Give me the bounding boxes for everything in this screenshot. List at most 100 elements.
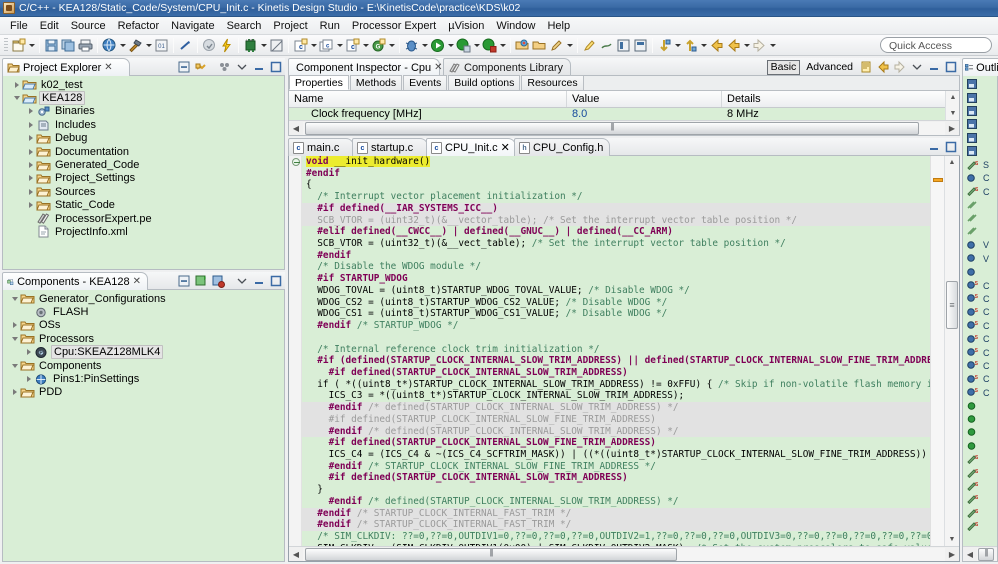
minimize-icon[interactable] — [252, 60, 266, 74]
code-line[interactable]: ICS_C3 = *((uint8_t*)STARTUP_CLOCK_INTER… — [302, 390, 930, 402]
menu-edit[interactable]: Edit — [34, 19, 65, 33]
prev-annotation-dropdown-icon[interactable] — [699, 37, 708, 54]
tree-item[interactable]: Project_Settings — [5, 172, 284, 185]
maximize-icon[interactable] — [269, 60, 283, 74]
build-hammer-dropdown-icon[interactable] — [144, 37, 153, 54]
new-c-file-icon[interactable]: c — [344, 37, 361, 54]
pencil-icon[interactable] — [548, 37, 565, 54]
scrollbar-track[interactable] — [303, 122, 945, 135]
tree-item[interactable]: FLASH — [5, 305, 284, 318]
outline-item[interactable] — [963, 413, 997, 426]
scrollbar-thumb[interactable] — [305, 548, 677, 561]
tree-item[interactable]: Generator_Configurations — [5, 292, 284, 305]
tree-item[interactable]: PCpu:SKEAZ128MLK4 — [5, 346, 284, 359]
scrollbar-thumb[interactable] — [946, 281, 958, 329]
outline-item[interactable]: SC — [963, 306, 997, 319]
code-line[interactable]: #if defined(STARTUP_CLOCK_INTERNAL_SLOW_… — [302, 472, 930, 484]
menu-search[interactable]: Search — [221, 19, 268, 33]
menu-uvision[interactable]: µVision — [442, 19, 490, 33]
scrollbar-track[interactable] — [977, 548, 997, 561]
scrollbar-thumb[interactable] — [305, 122, 919, 135]
editor-horizontal-scrollbar[interactable]: ◀ ▶ — [289, 546, 959, 561]
outline-item[interactable]: SC — [963, 292, 997, 305]
highlight-icon[interactable] — [581, 37, 598, 54]
code-line[interactable]: /* Disable the WDOG module */ — [302, 261, 930, 273]
build-all-icon[interactable] — [101, 37, 118, 54]
outline-item[interactable] — [963, 199, 997, 212]
open-resource-icon[interactable] — [531, 37, 548, 54]
maximize-icon[interactable] — [944, 60, 958, 74]
maximize-icon[interactable] — [944, 140, 958, 154]
search-icon[interactable] — [481, 37, 498, 54]
outline-item[interactable]: SC — [963, 319, 997, 332]
tree-item[interactable]: Static_Code — [5, 199, 284, 212]
menu-refactor[interactable]: Refactor — [112, 19, 166, 33]
outline-item[interactable] — [963, 225, 997, 238]
print-icon[interactable] — [77, 37, 94, 54]
outline-item[interactable] — [963, 399, 997, 412]
scroll-right-arrow[interactable]: ▶ — [945, 122, 959, 135]
outline-item[interactable] — [963, 212, 997, 225]
outline-item[interactable]: SC — [963, 373, 997, 386]
code-line[interactable]: #endif /* STARTUP_CLOCK_INTERNAL_FAST_TR… — [302, 519, 930, 531]
menu-source[interactable]: Source — [65, 19, 112, 33]
inspector-subtab-events[interactable]: Events — [403, 75, 447, 90]
code-line[interactable]: void __init_hardware() — [302, 156, 930, 168]
outline-item[interactable]: SC — [963, 386, 997, 399]
outline-item[interactable] — [963, 265, 997, 278]
scrollbar-track[interactable] — [303, 548, 945, 561]
code-line[interactable]: #endif /* STARTUP_WDOG */ — [302, 320, 930, 332]
back-history-icon[interactable] — [725, 37, 742, 54]
add-component-icon[interactable] — [211, 274, 225, 288]
close-icon[interactable]: ✕ — [434, 62, 442, 73]
menu-file[interactable]: File — [4, 19, 34, 33]
forward-icon[interactable] — [751, 37, 768, 54]
minimize-icon[interactable] — [927, 60, 941, 74]
scroll-up-arrow[interactable]: ▲ — [945, 156, 959, 169]
outline-item[interactable] — [963, 105, 997, 118]
scrollbar-thumb[interactable] — [978, 548, 994, 561]
code-line[interactable]: #elif defined(__CWCC__) | defined(__GNUC… — [302, 226, 930, 238]
search-dropdown-icon[interactable] — [498, 37, 507, 54]
outline-item[interactable]: S — [963, 493, 997, 506]
open-type-icon[interactable] — [514, 37, 531, 54]
tree-item[interactable]: k02_test — [5, 78, 284, 91]
outline-item[interactable] — [963, 426, 997, 439]
prev-annotation-icon[interactable] — [682, 37, 699, 54]
new-c-project-dropdown-icon[interactable] — [309, 37, 318, 54]
code-line[interactable]: #endif /* STARTUP_CLOCK_INTERNAL_FAST_TR… — [302, 508, 930, 520]
tab-cpu-config-h[interactable]: h CPU_Config.h — [514, 138, 610, 156]
save-all-icon[interactable] — [60, 37, 77, 54]
mode-advanced-button[interactable]: Advanced — [803, 61, 856, 73]
code-editor[interactable]: void __init_hardware()#endif{ /* Interru… — [288, 156, 960, 562]
code-line[interactable]: { — [302, 179, 930, 191]
column-header-details[interactable]: Details — [722, 91, 959, 107]
quick-access-input[interactable]: Quick Access — [880, 37, 992, 53]
tab-startup-c[interactable]: c startup.c — [352, 138, 428, 156]
forward-icon[interactable] — [893, 60, 907, 74]
refresh-components-icon[interactable] — [194, 274, 208, 288]
outline-item[interactable] — [963, 440, 997, 453]
close-icon[interactable]: ✕ — [501, 141, 510, 154]
close-icon[interactable]: ✕ — [133, 276, 141, 287]
collapse-all-icon[interactable] — [177, 274, 191, 288]
editor-vertical-scrollbar[interactable]: ▲ ▼ — [944, 156, 959, 546]
outline-item[interactable] — [963, 132, 997, 145]
processor-expert-dropdown-icon[interactable] — [259, 37, 268, 54]
components-tree[interactable]: Generator_ConfigurationsFLASHOSsProcesso… — [3, 290, 284, 561]
outline-item[interactable]: S — [963, 520, 997, 533]
tree-item[interactable]: Components — [5, 359, 284, 372]
new-class-dropdown-icon[interactable] — [387, 37, 396, 54]
view-dropdown-icon[interactable] — [235, 60, 249, 74]
outline-item[interactable]: S — [963, 453, 997, 466]
code-line[interactable]: if ( *((uint8_t*)STARTUP_CLOCK_INTERNAL_… — [302, 379, 930, 391]
debug-dropdown-icon[interactable] — [420, 37, 429, 54]
tree-item[interactable]: Binaries — [5, 105, 284, 118]
new-wizard-icon[interactable] — [10, 37, 27, 54]
outline-item[interactable] — [963, 118, 997, 131]
run-dropdown-icon[interactable] — [446, 37, 455, 54]
project-tree[interactable]: k02_testKEA128BinariesIncludesDebugDocum… — [3, 76, 284, 269]
toggle-breakpoint-icon[interactable] — [177, 37, 194, 54]
scroll-right-arrow[interactable]: ▶ — [945, 548, 959, 561]
outline-item[interactable] — [963, 78, 997, 91]
